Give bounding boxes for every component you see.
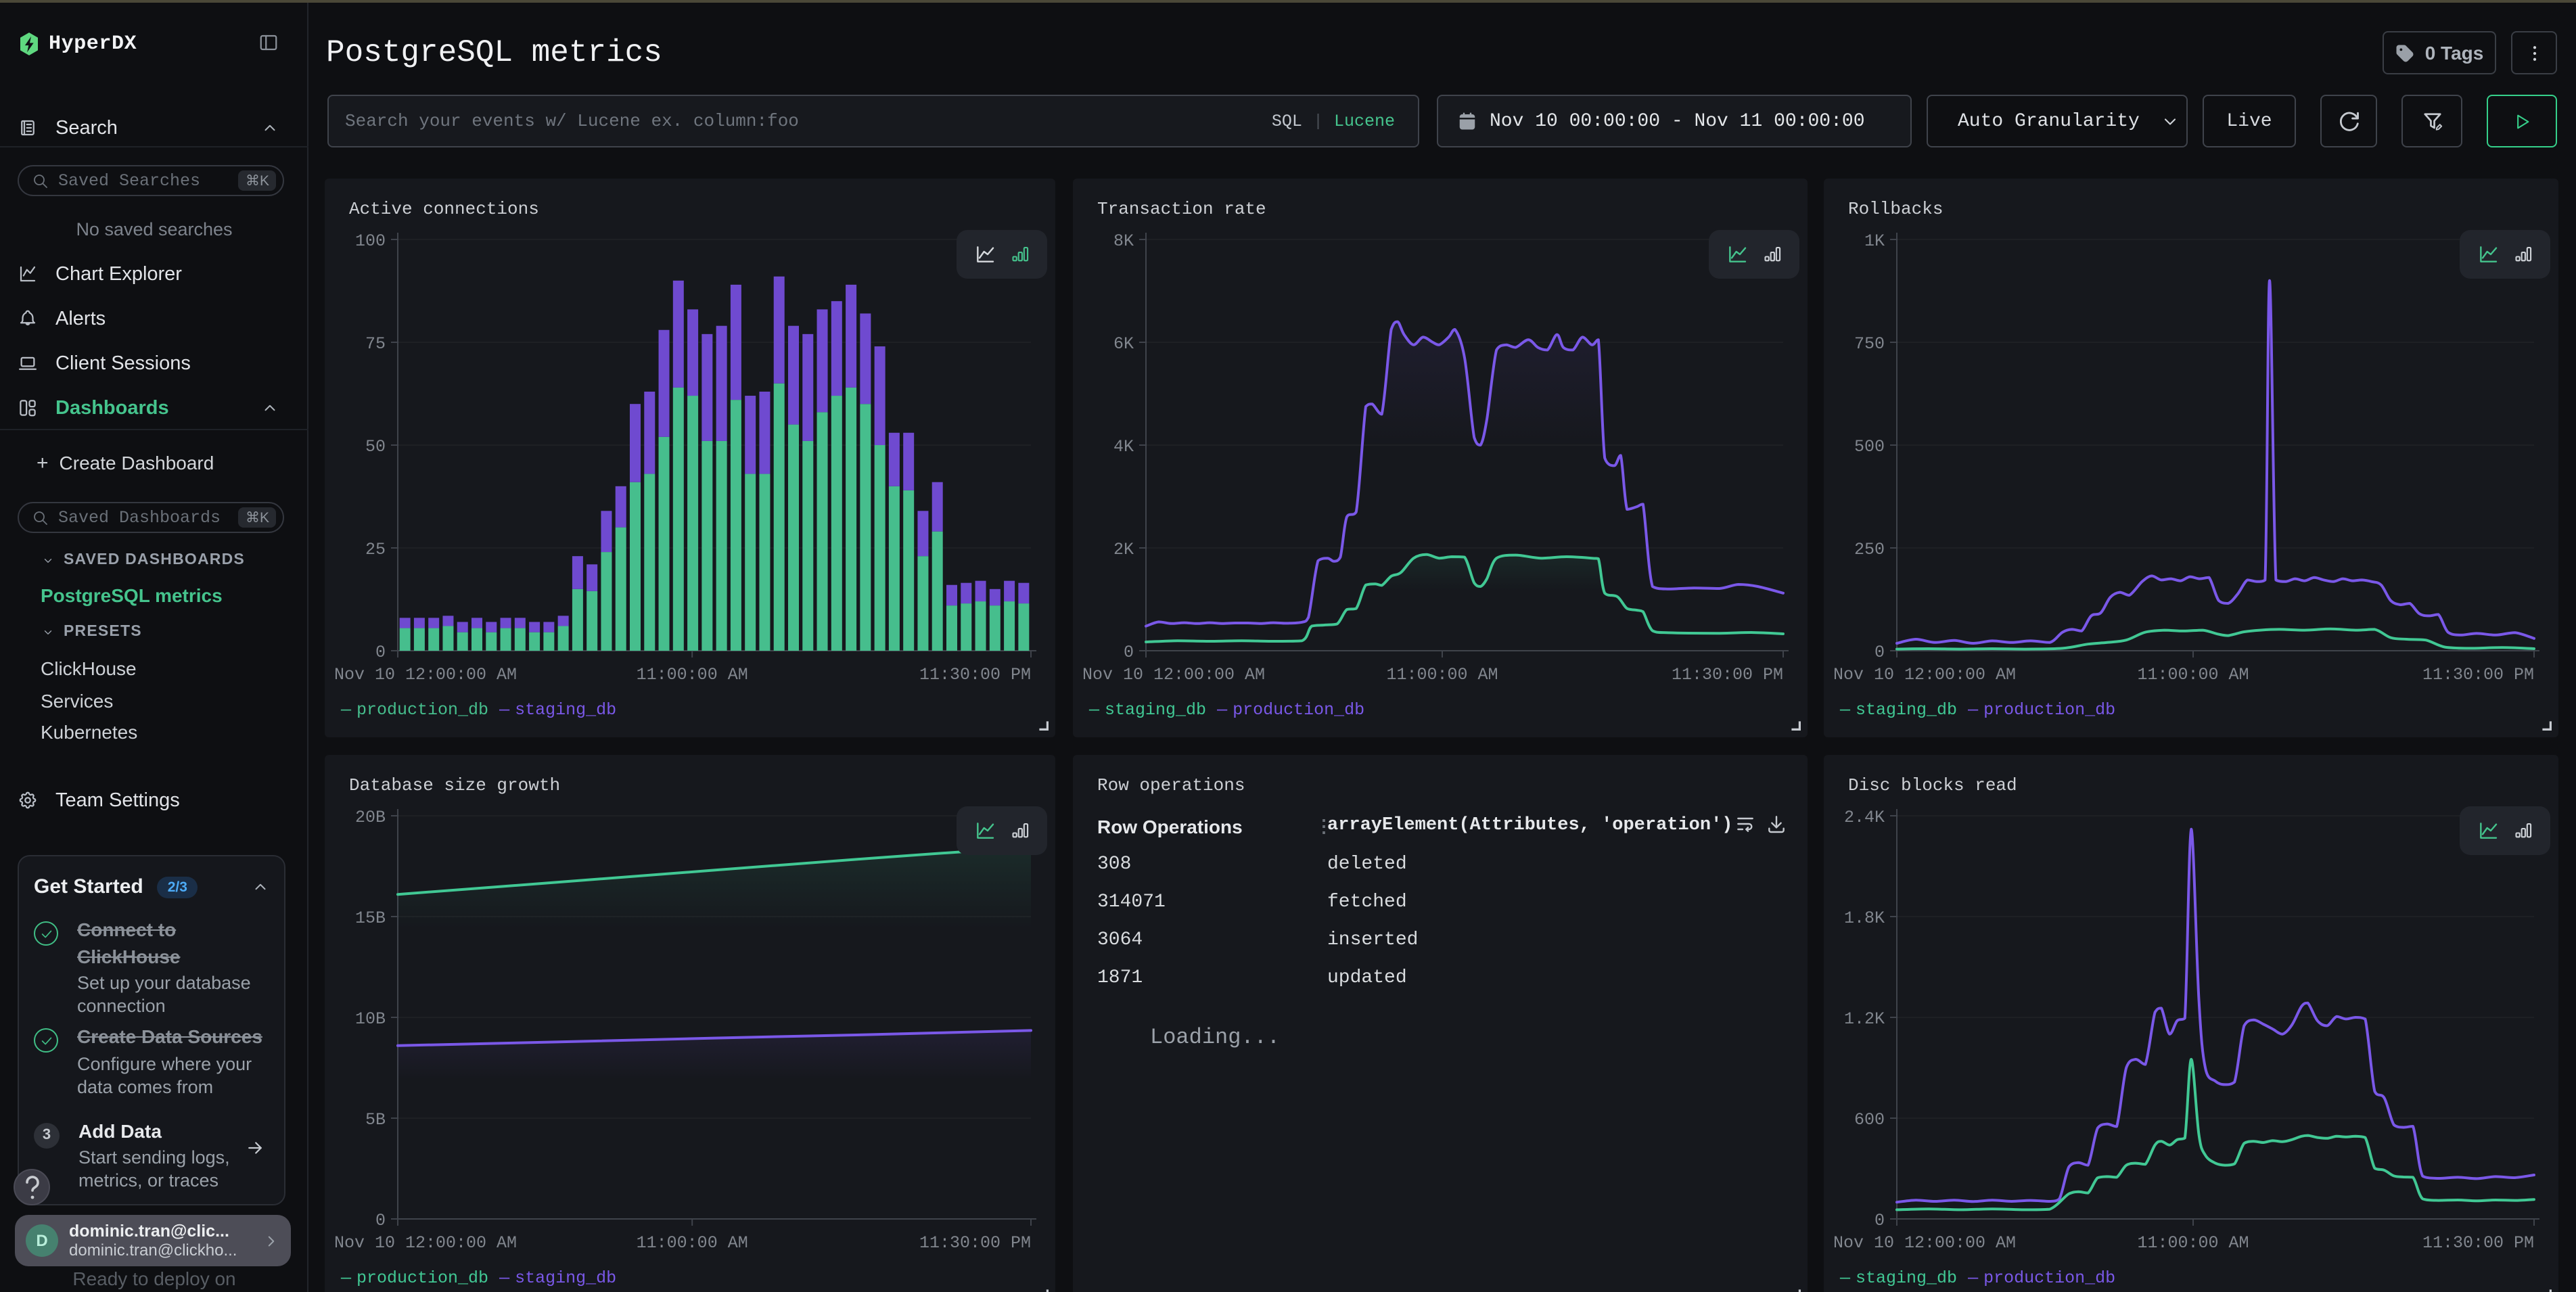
svg-text:11:30:00 PM: 11:30:00 PM <box>2422 1233 2534 1253</box>
svg-text:1.2K: 1.2K <box>1844 1009 1885 1029</box>
svg-text:750: 750 <box>1854 334 1885 354</box>
svg-text:6K: 6K <box>1113 334 1134 354</box>
svg-text:5B: 5B <box>365 1110 386 1130</box>
svg-text:250: 250 <box>1854 540 1885 559</box>
svg-text:500: 500 <box>1854 437 1885 457</box>
svg-text:75: 75 <box>365 334 386 354</box>
svg-text:0: 0 <box>375 1211 386 1230</box>
svg-text:8K: 8K <box>1113 231 1134 251</box>
svg-text:0: 0 <box>375 643 386 662</box>
svg-text:100: 100 <box>355 231 386 251</box>
svg-text:Nov 10 12:00:00 AM: Nov 10 12:00:00 AM <box>334 1233 517 1253</box>
svg-text:Nov 10 12:00:00 AM: Nov 10 12:00:00 AM <box>334 665 517 685</box>
svg-text:11:30:00 PM: 11:30:00 PM <box>1672 665 1783 685</box>
svg-text:11:00:00 AM: 11:00:00 AM <box>637 1233 748 1253</box>
svg-text:4K: 4K <box>1113 437 1134 457</box>
svg-text:11:30:00 PM: 11:30:00 PM <box>919 1233 1031 1253</box>
svg-text:11:00:00 AM: 11:00:00 AM <box>2137 1233 2249 1253</box>
svg-text:Nov 10 12:00:00 AM: Nov 10 12:00:00 AM <box>1082 665 1265 685</box>
svg-text:10B: 10B <box>355 1009 386 1029</box>
svg-text:600: 600 <box>1854 1110 1885 1130</box>
svg-text:0: 0 <box>1874 643 1885 662</box>
svg-text:11:30:00 PM: 11:30:00 PM <box>2422 665 2534 685</box>
svg-text:11:30:00 PM: 11:30:00 PM <box>919 665 1031 685</box>
svg-text:11:00:00 AM: 11:00:00 AM <box>1386 665 1498 685</box>
svg-text:25: 25 <box>365 540 386 559</box>
svg-text:0: 0 <box>1124 643 1134 662</box>
svg-text:Nov 10 12:00:00 AM: Nov 10 12:00:00 AM <box>1833 665 2016 685</box>
svg-text:Nov 10 12:00:00 AM: Nov 10 12:00:00 AM <box>1833 1233 2016 1253</box>
svg-text:2.4K: 2.4K <box>1844 808 1885 827</box>
svg-text:11:00:00 AM: 11:00:00 AM <box>2137 665 2249 685</box>
svg-text:0: 0 <box>1874 1211 1885 1230</box>
svg-text:20B: 20B <box>355 808 386 827</box>
svg-text:2K: 2K <box>1113 540 1134 559</box>
svg-text:11:00:00 AM: 11:00:00 AM <box>637 665 748 685</box>
svg-text:1.8K: 1.8K <box>1844 908 1885 928</box>
svg-text:15B: 15B <box>355 908 386 928</box>
svg-text:1K: 1K <box>1864 231 1885 251</box>
svg-text:50: 50 <box>365 437 386 457</box>
